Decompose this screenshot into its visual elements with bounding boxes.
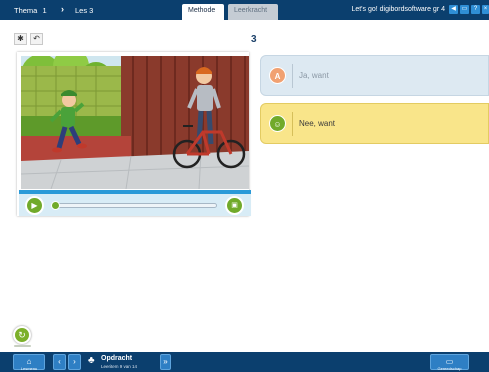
fullscreen-icon: ▣ [231, 202, 238, 209]
monitor-icon[interactable]: ▭ [460, 5, 469, 14]
home-icon: ⌂ [26, 357, 32, 366]
breadcrumb-chevron-icon: › [61, 4, 64, 14]
toolbox-icon: ▭ [445, 357, 454, 366]
play-button[interactable]: ▶ [25, 196, 44, 215]
opdracht-icon: ♣ [88, 355, 95, 366]
lesmenu-label: Lesmenu [20, 366, 38, 371]
gereedschap-label: Gereedschap [437, 366, 462, 371]
exercise-number: 3 [251, 34, 257, 45]
video-still [21, 56, 249, 189]
top-bar: Thema 1 › Les 3 Methode Leerkracht Let's… [0, 0, 489, 20]
cartoon-illustration [21, 56, 249, 189]
tab-methode[interactable]: Methode [182, 4, 224, 20]
chevron-right-icon: › [73, 357, 76, 366]
video-player[interactable]: ▶ ▣ [17, 52, 251, 216]
breadcrumb-thema-number: 1 [42, 6, 47, 15]
expand-button[interactable]: » [160, 354, 171, 370]
video-controls-divider [19, 190, 251, 194]
answer-b-divider [292, 112, 293, 136]
video-controls: ▶ ▣ [19, 190, 251, 216]
undo-icon: ↶ [33, 34, 40, 43]
opdracht-subtitle: Leeritem 9 van 14 [101, 364, 138, 369]
answer-a-badge: A [269, 67, 286, 84]
chevron-left-icon: ‹ [58, 357, 61, 366]
gereedschap-button[interactable]: ▭ Gereedschap [430, 354, 469, 371]
refresh-button-shadow [14, 345, 31, 347]
smiley-icon: ☺ [269, 115, 286, 132]
undo-button[interactable]: ↶ [30, 33, 43, 45]
settings-button[interactable]: ✱ [14, 33, 27, 45]
answer-option-a[interactable]: A Ja, want [260, 55, 489, 96]
lesmenu-button[interactable]: ⌂ Lesmenu [13, 354, 45, 371]
double-chevron-right-icon: » [163, 357, 168, 366]
help-icon[interactable]: ? [471, 5, 480, 14]
previous-button[interactable]: ‹ [53, 354, 66, 370]
close-icon[interactable]: × [482, 5, 489, 14]
answer-a-divider [292, 64, 293, 88]
breadcrumb-thema-label: Thema [14, 6, 38, 15]
tab-leerkracht[interactable]: Leerkracht [228, 4, 278, 20]
opdracht-title: Opdracht [101, 355, 133, 362]
bottom-bar: ⌂ Lesmenu ‹ › » ▭ Gereedschap [0, 352, 489, 372]
next-button[interactable]: › [68, 354, 81, 370]
breadcrumb-les[interactable]: Les 3 [75, 6, 93, 15]
answer-option-b[interactable]: ☺ Nee, want [260, 103, 489, 144]
fullscreen-button[interactable]: ▣ [225, 196, 244, 215]
refresh-button[interactable]: ↻ [13, 326, 31, 344]
play-icon: ▶ [31, 201, 38, 210]
settings-icon: ✱ [17, 34, 24, 43]
video-progress-track[interactable] [53, 203, 217, 208]
app-title: Let's go! digibordsoftware gr 4 [351, 6, 445, 13]
answer-a-text: Ja, want [299, 71, 329, 80]
video-progress-knob[interactable] [51, 201, 60, 210]
speaker-icon[interactable]: ◀ [449, 5, 458, 14]
answer-b-text: Nee, want [299, 119, 336, 128]
breadcrumb-thema[interactable]: Thema 1 [14, 6, 47, 15]
refresh-icon: ↻ [18, 330, 26, 340]
